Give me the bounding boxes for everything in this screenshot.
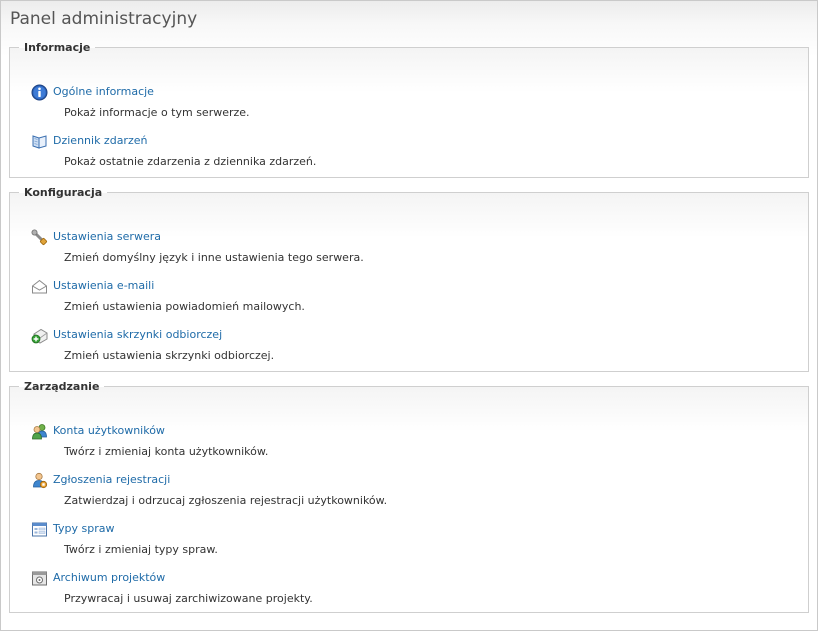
wrench-icon	[31, 229, 48, 246]
email-settings-description: Zmień ustawienia powiadomień mailowych.	[64, 300, 305, 313]
general-info-link[interactable]: Ogólne informacje	[53, 85, 154, 98]
menu-item-general-info: Ogólne informacje Pokaż informacje o tym…	[10, 84, 790, 128]
event-log-description: Pokaż ostatnie zdarzenia z dziennika zda…	[64, 155, 317, 168]
page-title: Panel administracyjny	[10, 9, 198, 29]
email-settings-link[interactable]: Ustawienia e-maili	[53, 279, 154, 292]
section-zarzadzanie: Zarządzanie Konta użytkowników Twórz i z…	[9, 380, 809, 613]
book-icon	[31, 133, 48, 150]
section-legend: Zarządzanie	[24, 380, 100, 393]
user-register-icon	[31, 472, 48, 489]
menu-item-email-settings: Ustawienia e-maili Zmień ustawienia powi…	[10, 278, 790, 322]
section-legend: Konfiguracja	[24, 186, 103, 199]
menu-item-user-accounts: Konta użytkowników Twórz i zmieniaj kont…	[10, 423, 790, 467]
inbox-settings-link[interactable]: Ustawienia skrzynki odbiorczej	[53, 328, 222, 341]
admin-panel: Panel administracyjny Informacje Ogólne …	[0, 0, 818, 631]
project-archive-description: Przywracaj i usuwaj zarchiwizowane proje…	[64, 592, 313, 605]
envelope-icon	[31, 278, 48, 295]
section-informacje: Informacje Ogólne informacje Pokaż infor…	[9, 41, 809, 178]
general-info-description: Pokaż informacje o tym serwerze.	[64, 106, 250, 119]
case-types-link[interactable]: Typy spraw	[53, 522, 114, 535]
form-icon	[31, 521, 48, 538]
menu-item-case-types: Typy spraw Twórz i zmieniaj typy spraw.	[10, 521, 790, 565]
users-icon	[31, 423, 48, 440]
registration-requests-link[interactable]: Zgłoszenia rejestracji	[53, 473, 170, 486]
inbox-add-icon	[31, 327, 48, 344]
case-types-description: Twórz i zmieniaj typy spraw.	[64, 543, 218, 556]
user-accounts-link[interactable]: Konta użytkowników	[53, 424, 165, 437]
section-konfiguracja: Konfiguracja Ustawienia serwera Zmień do…	[9, 186, 809, 372]
menu-item-inbox-settings: Ustawienia skrzynki odbiorczej Zmień ust…	[10, 327, 790, 371]
registration-requests-description: Zatwierdzaj i odrzucaj zgłoszenia rejest…	[64, 494, 388, 507]
archive-icon	[31, 570, 48, 587]
event-log-link[interactable]: Dziennik zdarzeń	[53, 134, 147, 147]
menu-item-project-archive: Archiwum projektów Przywracaj i usuwaj z…	[10, 570, 790, 614]
menu-item-server-settings: Ustawienia serwera Zmień domyślny język …	[10, 229, 790, 273]
server-settings-link[interactable]: Ustawienia serwera	[53, 230, 161, 243]
inbox-settings-description: Zmień ustawienia skrzynki odbiorczej.	[64, 349, 275, 362]
user-accounts-description: Twórz i zmieniaj konta użytkowników.	[64, 445, 269, 458]
menu-item-event-log: Dziennik zdarzeń Pokaż ostatnie zdarzeni…	[10, 133, 790, 177]
menu-item-registration-requests: Zgłoszenia rejestracji Zatwierdzaj i odr…	[10, 472, 790, 516]
section-legend: Informacje	[24, 41, 91, 54]
project-archive-link[interactable]: Archiwum projektów	[53, 571, 165, 584]
server-settings-description: Zmień domyślny język i inne ustawienia t…	[64, 251, 364, 264]
info-icon	[31, 84, 48, 101]
